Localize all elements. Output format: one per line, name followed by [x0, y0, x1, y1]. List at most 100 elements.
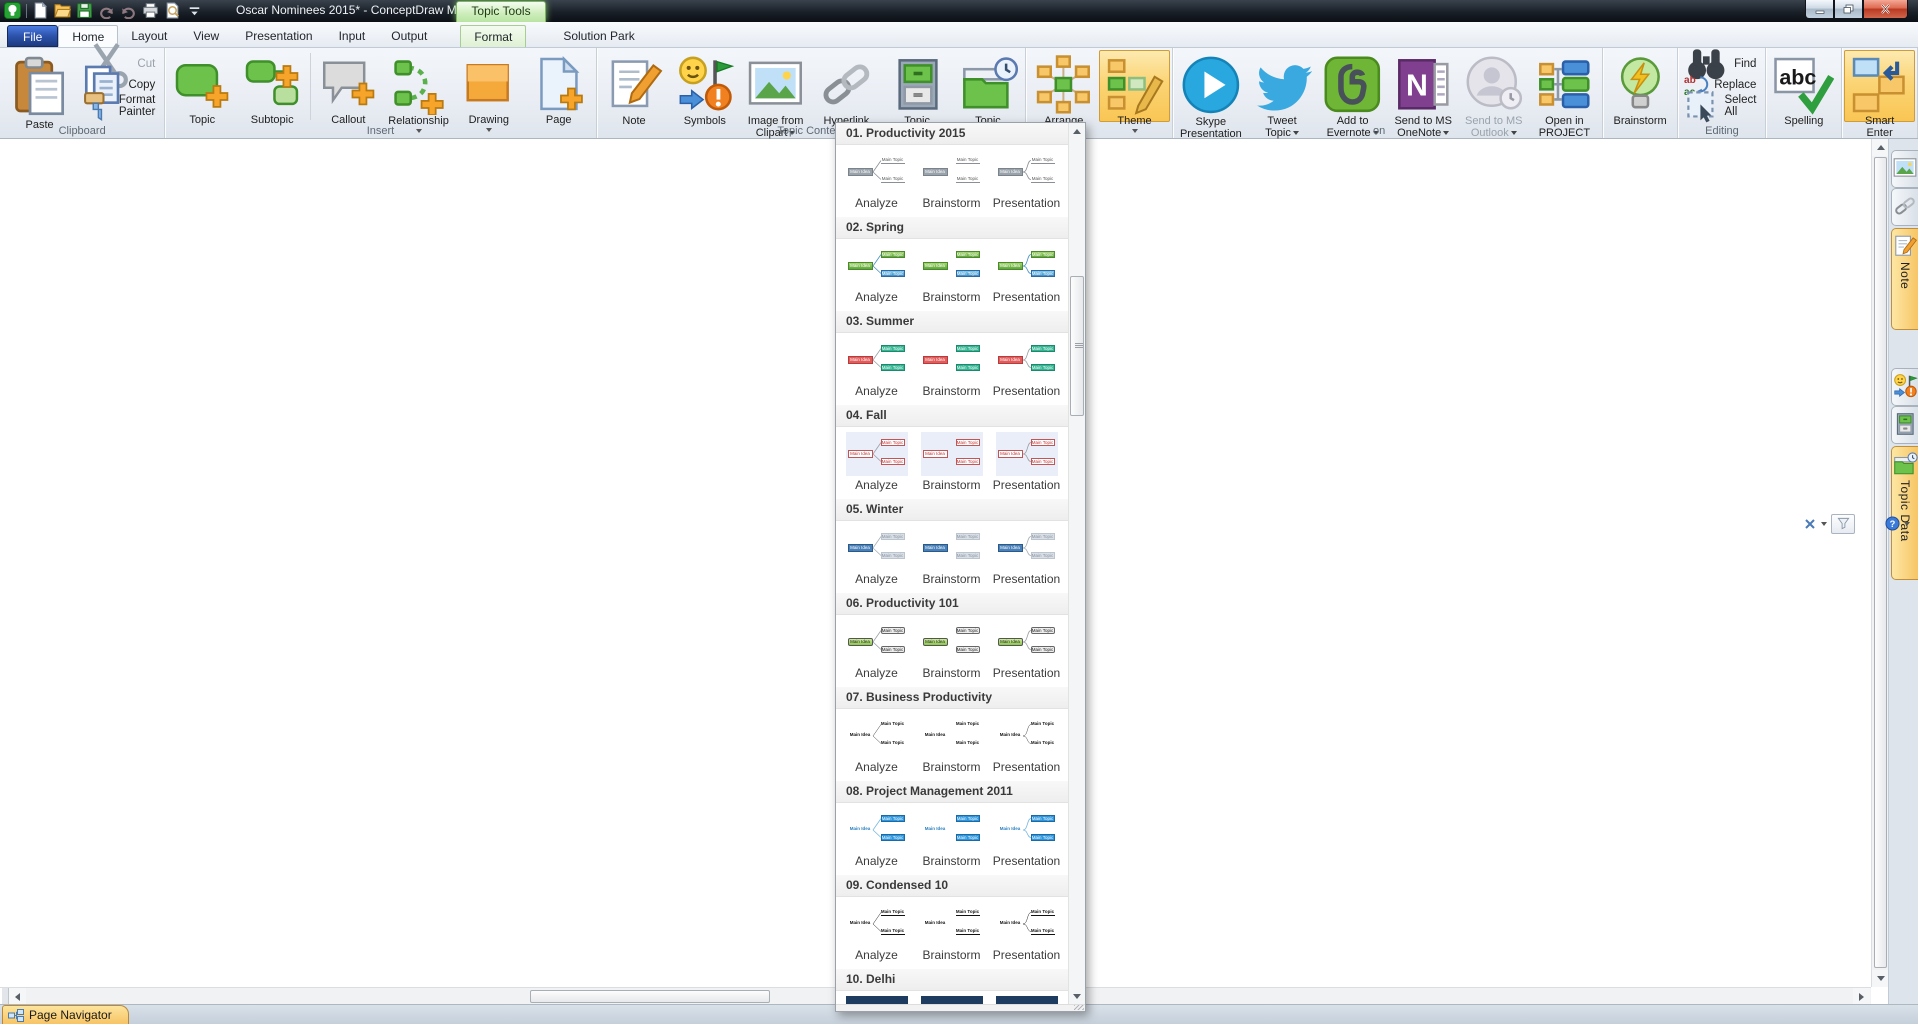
close-icon — [1880, 4, 1891, 14]
mini-main-idea-box: Main Idea — [922, 356, 948, 364]
save-icon[interactable] — [76, 2, 93, 19]
horizontal-scroll-thumb[interactable] — [530, 990, 770, 1003]
tab-format[interactable]: Format — [460, 25, 527, 47]
theme-option-04-fall-analyze[interactable]: Main Idea Main Topic Main Topic — [845, 432, 908, 476]
theme-section-09-condensed-10: 09. Condensed 10 Main Idea Main Topic Main … — [836, 875, 1068, 969]
print-icon[interactable] — [142, 2, 159, 19]
theme-option-05-winter-presentation[interactable]: Main Idea Main Topic Main Topic — [995, 526, 1058, 570]
ribbon-button-open-in-project[interactable]: Open in PROJECT — [1529, 50, 1600, 139]
theme-menu-scrollbar[interactable] — [1068, 123, 1085, 1004]
theme-option-09-condensed-10-presentation[interactable]: Main Idea Main Topic Main Topic — [995, 902, 1058, 946]
theme-option-05-winter-brainstorm[interactable]: Main Idea Main Topic Main Topic — [920, 526, 983, 570]
close-button[interactable] — [1863, 0, 1908, 19]
theme-variant-label: Brainstorm — [922, 948, 981, 962]
theme-option-09-condensed-10-brainstorm[interactable]: Main Idea Main Topic Main Topic — [920, 902, 983, 946]
tab-file[interactable]: File — [7, 25, 59, 47]
theme-option-04-fall-presentation[interactable]: Main Idea Main Topic Main Topic — [995, 432, 1058, 476]
ribbon-button-topic-types[interactable]: Topic Types — [882, 50, 953, 139]
tab-output[interactable]: Output — [378, 25, 440, 47]
scroll-left-arrow[interactable] — [9, 988, 26, 1005]
theme-section-08-project-management-2011: 08. Project Management 2011 Main Idea Main… — [836, 781, 1068, 875]
minimize-button[interactable] — [1805, 0, 1834, 19]
ribbon-button-note[interactable]: Note — [599, 50, 670, 127]
help-dropdown-icon[interactable] — [1904, 521, 1910, 526]
theme-section-header: 09. Condensed 10 — [836, 875, 1068, 897]
ribbon-button-callout[interactable]: Callout — [313, 50, 383, 126]
print-preview-icon[interactable] — [164, 2, 181, 19]
filter-button[interactable] — [1831, 513, 1855, 534]
theme-option-cell: Main IdeaMain TopicMain Topic Presentatio… — [989, 145, 1064, 217]
theme-variant-label: Analyze — [855, 384, 898, 398]
tab-solution-park[interactable]: Solution Park — [550, 25, 647, 47]
ribbon-button-add-to-evernote[interactable]: Add to Evernote — [1317, 50, 1388, 139]
theme-option-07-business-productivity-brainstorm[interactable]: Main Idea Main Topic Main Topic — [920, 714, 983, 758]
ribbon-group-label-insert: Insert — [366, 125, 395, 137]
theme-option-06-productivity-101-brainstorm[interactable]: Main Idea Main Topic Main Topic — [920, 620, 983, 664]
theme-option-08-project-management-2011-analyze[interactable]: Main Idea Main Topic Main Topic — [845, 808, 908, 852]
ribbon-button-theme[interactable]: Theme — [1099, 50, 1170, 134]
ribbon-button-paste[interactable]: Paste — [2, 50, 77, 131]
tab-input[interactable]: Input — [326, 25, 379, 47]
ribbon-button-page[interactable]: Page — [524, 50, 594, 126]
theme-menu-resize-bar[interactable] — [836, 1004, 1085, 1011]
ribbon-button-send-to-ms-outlook[interactable]: Send to MS Outlook — [1459, 50, 1530, 139]
ribbon-button-send-to-ms-onenote[interactable]: N Send to MS OneNote — [1388, 50, 1459, 139]
pane-splitter[interactable] — [0, 988, 9, 1005]
theme-option-09-condensed-10-analyze[interactable]: Main Idea Main Topic Main Topic — [845, 902, 908, 946]
theme-option-08-project-management-2011-brainstorm[interactable]: Main Idea Main Topic Main Topic — [920, 808, 983, 852]
theme-option-01-productivity-2015-analyze[interactable]: Main Idea Main Topic Main Topic — [845, 150, 908, 194]
ribbon-button-brainstorm[interactable]: Brainstorm — [1605, 50, 1676, 127]
close-map-icon[interactable] — [1803, 517, 1817, 531]
help-icon[interactable]: ? — [1885, 516, 1900, 531]
theme-option-01-productivity-2015-brainstorm[interactable]: Main Idea Main Topic Main Topic — [920, 150, 983, 194]
theme-menu-scroll-up[interactable] — [1069, 123, 1085, 139]
theme-option-10-delhi-presentation[interactable]: Main IdeaMain TopicMain Topic — [995, 996, 1058, 1004]
theme-option-02-spring-presentation[interactable]: Main Idea Main Topic Main Topic — [995, 244, 1058, 288]
ribbon-button-relationship[interactable]: Relationship — [383, 50, 454, 134]
theme-option-02-spring-analyze[interactable]: Main Idea Main Topic Main Topic — [845, 244, 908, 288]
theme-option-02-spring-brainstorm[interactable]: Main Idea Main Topic Main Topic — [920, 244, 983, 288]
ribbon-button-skype-presentation[interactable]: Skype Presentation — [1175, 50, 1247, 140]
tab-view[interactable]: View — [180, 25, 232, 47]
ribbon-button-arrange[interactable]: Arrange — [1028, 50, 1099, 134]
ribbon-button-find[interactable]: Find — [1680, 49, 1763, 80]
theme-menu-scroll-down[interactable] — [1069, 988, 1085, 1004]
theme-option-06-productivity-101-presentation[interactable]: Main Idea Main Topic Main Topic — [995, 620, 1058, 664]
ribbon-button-image-from-clipart[interactable]: Image from Clipart — [740, 50, 811, 139]
ribbon-button-hyperlink[interactable]: Hyperlink — [811, 50, 882, 127]
theme-option-10-delhi-analyze[interactable]: Main IdeaMain TopicMain Topic — [845, 996, 908, 1004]
theme-option-10-delhi-brainstorm[interactable]: Main IdeaMain TopicMain Topic — [920, 996, 983, 1004]
ribbon-button-format-painter[interactable]: Format Painter — [77, 92, 162, 122]
theme-option-01-productivity-2015-presentation[interactable]: Main Idea Main Topic Main Topic — [995, 150, 1058, 194]
ribbon-button-symbols[interactable]: Symbols — [669, 50, 740, 127]
undo-icon[interactable] — [98, 2, 115, 19]
page-navigator-tab[interactable]: Page Navigator — [2, 1005, 129, 1024]
ribbon-button-topic[interactable]: Topic — [167, 50, 237, 126]
hyperlink-icon — [816, 54, 877, 115]
new-document-icon[interactable] — [32, 2, 49, 19]
theme-option-07-business-productivity-presentation[interactable]: Main Idea Main Topic Main Topic — [995, 714, 1058, 758]
theme-option-03-summer-analyze[interactable]: Main Idea Main Topic Main Topic — [845, 338, 908, 382]
ribbon-button-subtopic[interactable]: Subtopic — [237, 50, 307, 126]
redo-icon[interactable] — [120, 2, 137, 19]
ribbon-button-topic-data[interactable]: Topic Data — [953, 50, 1024, 139]
ribbon-button-tweet-topic[interactable]: Tweet Topic — [1247, 50, 1318, 139]
theme-option-03-summer-brainstorm[interactable]: Main Idea Main Topic Main Topic — [920, 338, 983, 382]
open-icon[interactable] — [54, 2, 71, 19]
ribbon-button-select-all[interactable]: Select All — [1680, 91, 1763, 123]
toolbar-options-icon[interactable] — [186, 2, 203, 19]
tab-presentation[interactable]: Presentation — [232, 25, 325, 47]
theme-menu-scroll-thumb[interactable] — [1070, 276, 1084, 416]
theme-option-04-fall-brainstorm[interactable]: Main Idea Main Topic Main Topic — [920, 432, 983, 476]
theme-option-cell: Main IdeaMain TopicMain Topic Presentatio… — [989, 615, 1064, 687]
restore-button[interactable] — [1834, 0, 1863, 19]
theme-option-06-productivity-101-analyze[interactable]: Main Idea Main Topic Main Topic — [845, 620, 908, 664]
ribbon-button-drawing[interactable]: Drawing — [454, 50, 524, 133]
theme-option-03-summer-presentation[interactable]: Main Idea Main Topic Main Topic — [995, 338, 1058, 382]
button-label: Format Painter — [118, 93, 156, 118]
close-map-dropdown-icon[interactable] — [1821, 521, 1827, 526]
theme-option-05-winter-analyze[interactable]: Main Idea Main Topic Main Topic — [845, 526, 908, 570]
theme-option-07-business-productivity-analyze[interactable]: Main Idea Main Topic Main Topic — [845, 714, 908, 758]
theme-variant-label: Brainstorm — [922, 384, 981, 398]
theme-option-08-project-management-2011-presentation[interactable]: Main Idea Main Topic Main Topic — [995, 808, 1058, 852]
